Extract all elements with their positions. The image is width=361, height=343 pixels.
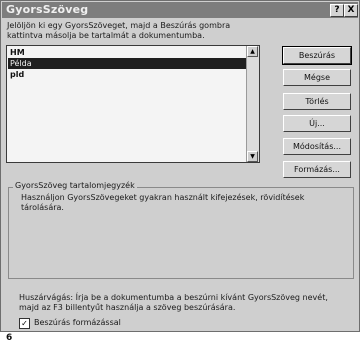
instructions-text: Jelöljön ki egy GyorsSzöveget, majd a Be… (7, 21, 307, 41)
list-item-pld[interactable]: pld (8, 69, 246, 80)
new-button[interactable]: Új... (283, 115, 351, 132)
contents-description-line-1: Használjon GyorsSzövegeket gyakran haszn… (21, 193, 305, 202)
contents-description: Használjon GyorsSzövegeket gyakran haszn… (21, 193, 331, 213)
shortcut-hint-line-1: Huszárvágás: Írja be a dokumentumba a be… (19, 293, 328, 302)
autotext-list: HM Példa pld (8, 47, 246, 80)
title-bar[interactable]: GyorsSzöveg ? X (2, 2, 358, 18)
shortcut-hint: Huszárvágás: Írja be a dokumentumba a be… (19, 293, 349, 313)
scroll-down-arrow-icon[interactable]: ▼ (247, 151, 258, 162)
list-scrollbar[interactable]: ▲ ▼ (246, 46, 259, 162)
delete-button[interactable]: Törlés (283, 93, 351, 110)
modify-button[interactable]: Módosítás... (283, 138, 351, 155)
instructions-line-1: Jelöljön ki egy GyorsSzöveget, majd a Be… (7, 21, 231, 30)
list-item-pelda[interactable]: Példa (8, 58, 246, 69)
window-title: GyorsSzöveg (6, 3, 89, 16)
autotext-dialog: GyorsSzöveg ? X Jelöljön ki egy GyorsSzö… (0, 0, 360, 332)
close-button[interactable]: X (344, 4, 358, 17)
list-item-hm[interactable]: HM (8, 47, 246, 58)
instructions-line-2: kattintva másolja be tartalmát a dokumen… (7, 31, 205, 40)
insert-formatted-checkbox[interactable]: ✓ (19, 318, 30, 329)
format-button[interactable]: Formázás... (283, 161, 351, 178)
help-button[interactable]: ? (330, 4, 344, 17)
insert-button[interactable]: Beszúrás (282, 46, 352, 65)
autotext-listbox[interactable]: HM Példa pld ▲ ▼ (6, 45, 260, 163)
insert-formatted-label[interactable]: Beszúrás formázással (34, 317, 121, 329)
page-number: 6 (6, 333, 13, 343)
contents-group-title: GyorsSzöveg tartalomjegyzék (13, 181, 137, 190)
shortcut-hint-line-2: majd az F3 billentyűt használja a szöveg… (19, 303, 236, 312)
scroll-up-arrow-icon[interactable]: ▲ (247, 46, 258, 57)
cancel-button[interactable]: Mégse (283, 69, 351, 86)
contents-description-line-2: tárolására. (21, 203, 64, 212)
